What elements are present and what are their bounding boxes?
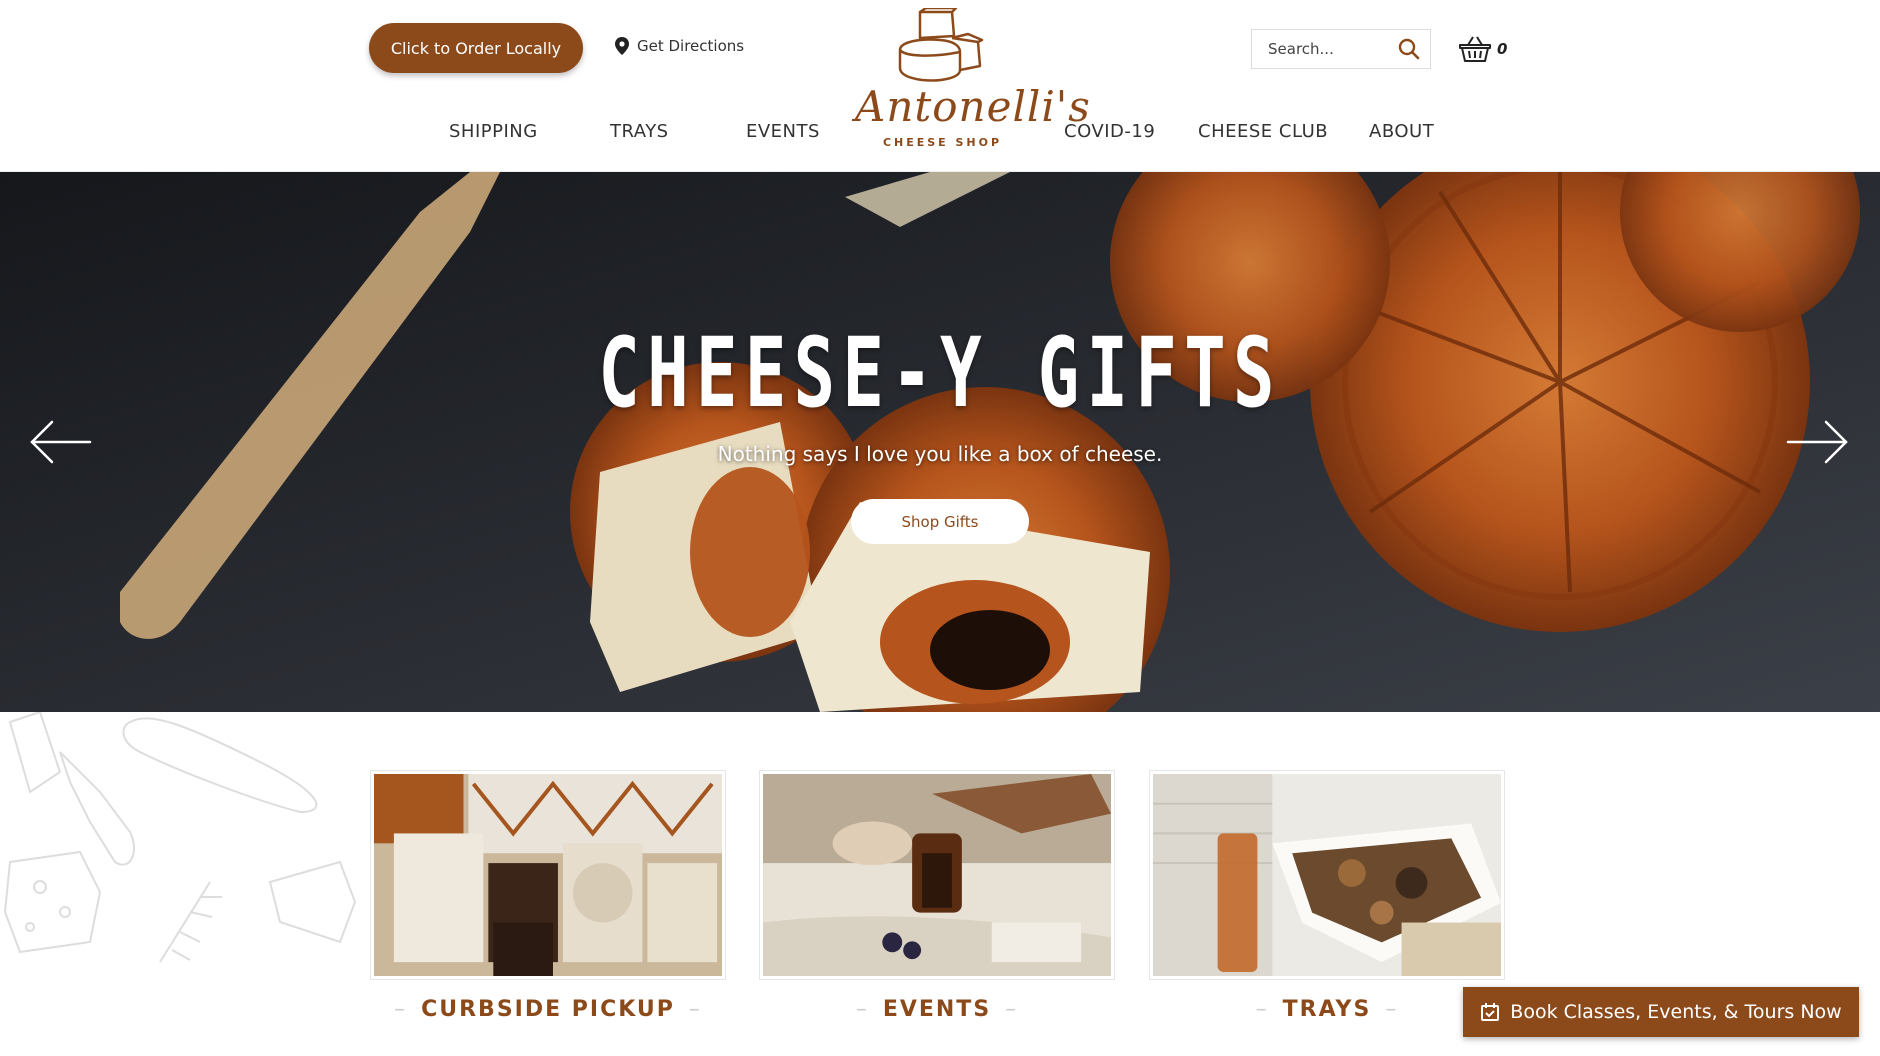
search-input[interactable] [1268, 40, 1388, 58]
shop-gifts-button[interactable]: Shop Gifts [851, 499, 1029, 544]
order-locally-button[interactable]: Click to Order Locally [369, 23, 583, 73]
card-label-events[interactable]: – EVENTS – [759, 997, 1115, 1022]
label-dash-right: – [688, 997, 702, 1022]
card-trays[interactable] [1149, 770, 1505, 980]
cart-button[interactable]: 0 [1459, 35, 1507, 63]
hero-slider: CHEESE-Y GIFTS Nothing says I love you l… [0, 172, 1880, 712]
book-classes-button[interactable]: Book Classes, Events, & Tours Now [1463, 987, 1859, 1037]
cheese-box-icon [898, 8, 984, 82]
trays-photo [1153, 774, 1501, 976]
nav-events[interactable]: EVENTS [746, 121, 820, 142]
site-logo[interactable]: Antonelli's CHEESE SHOP [855, 8, 1091, 149]
book-button-label: Book Classes, Events, & Tours Now [1510, 1001, 1842, 1023]
basket-icon [1459, 36, 1491, 62]
card-label-curbside-pickup[interactable]: – CURBSIDE PICKUP – [370, 997, 726, 1022]
cheese-doodle-illustrations [3, 712, 357, 963]
nav-about[interactable]: ABOUT [1369, 121, 1434, 142]
nav-trays[interactable]: TRAYS [610, 121, 669, 142]
arrow-right-icon[interactable] [1786, 418, 1850, 466]
label-dash-right: – [1385, 997, 1399, 1022]
label-dash-left: – [394, 997, 408, 1022]
arrow-left-icon[interactable] [28, 418, 92, 466]
card-label-trays[interactable]: – TRAYS – [1149, 997, 1505, 1022]
card-label-text: CURBSIDE PICKUP [421, 997, 675, 1022]
cart-count: 0 [1497, 40, 1508, 58]
label-dash-left: – [1255, 997, 1269, 1022]
nav-cheese-club[interactable]: CHEESE CLUB [1198, 121, 1328, 142]
hero-title: CHEESE-Y GIFTS [598, 317, 1282, 429]
nav-shipping[interactable]: SHIPPING [449, 121, 538, 142]
hero-subtitle: Nothing says I love you like a box of ch… [717, 442, 1163, 466]
card-events[interactable] [759, 770, 1115, 980]
nav-covid-19[interactable]: COVID-19 [1064, 121, 1155, 142]
label-dash-right: – [1005, 997, 1019, 1022]
card-label-text: TRAYS [1282, 997, 1372, 1022]
get-directions-link[interactable]: Get Directions [615, 37, 744, 55]
map-pin-icon [615, 37, 629, 55]
card-label-text: EVENTS [882, 997, 992, 1022]
search-box [1251, 29, 1431, 69]
calendar-check-icon [1481, 1003, 1500, 1021]
search-icon[interactable] [1398, 38, 1420, 60]
card-curbside-pickup[interactable] [370, 770, 726, 980]
gift-box-photo [374, 774, 722, 976]
logo-wordmark: Antonelli's [855, 82, 1091, 131]
logo-subtitle: CHEESE SHOP [882, 136, 1003, 149]
site-header: Click to Order Locally Get Directions An… [0, 0, 1880, 172]
directions-label: Get Directions [637, 37, 745, 55]
label-dash-left: – [855, 997, 869, 1022]
events-photo [763, 774, 1111, 976]
